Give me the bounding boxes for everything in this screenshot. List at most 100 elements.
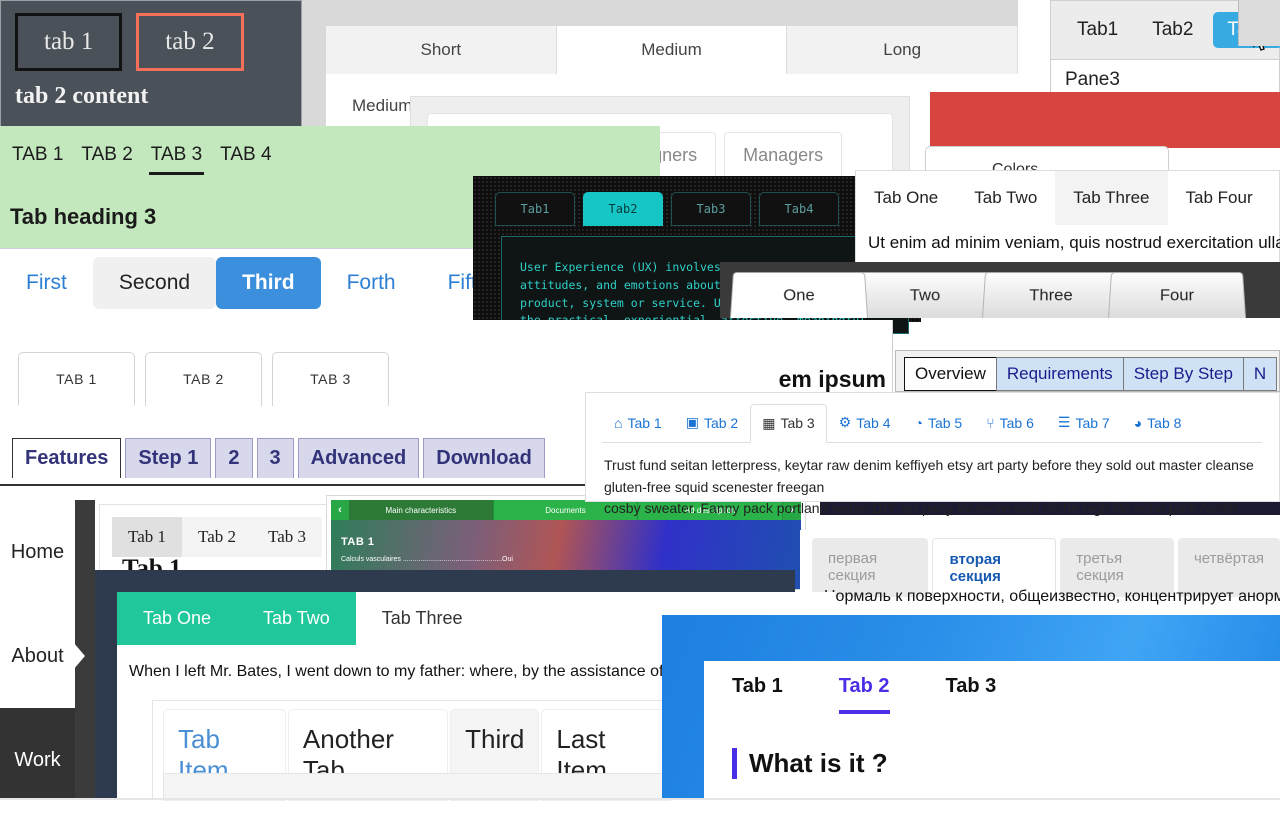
tab-teal-4[interactable]: Tab4 xyxy=(759,192,839,226)
inbox-icon: ▣ xyxy=(685,414,699,430)
tab-managers[interactable]: Managers xyxy=(724,132,843,182)
tablist-one-four: Tab One Tab Two Tab Three Tab Four xyxy=(856,171,1271,225)
tab-forth[interactable]: Forth xyxy=(321,257,422,309)
tab-icon-5[interactable]: ◔ Tab 5 xyxy=(903,404,975,442)
tab-advanced[interactable]: Advanced xyxy=(297,438,420,478)
tab-tab2[interactable]: Tab2 xyxy=(1138,12,1207,48)
tab-outline-1[interactable]: TAB 1 xyxy=(18,352,135,406)
tab-icon-8[interactable]: ◕ Tab 8 xyxy=(1122,404,1194,442)
tab-main-characteristics[interactable]: Main characteristics xyxy=(349,500,494,520)
sitemap-icon: ⑂ xyxy=(986,414,995,431)
tab-button-tab1[interactable]: tab 1 xyxy=(15,13,123,71)
tab-teal-big-three[interactable]: Tab Three xyxy=(355,592,489,645)
tab-second[interactable]: Second xyxy=(92,257,217,309)
icon-tab-widget: ⌂ Tab 1 ▣ Tab 2 ▦ Tab 3 ⚙ Tab 4 ◔ Tab 5 ⑂ Tab … xyxy=(585,392,1280,516)
tab-icon-5-label: Tab 5 xyxy=(927,414,963,431)
tab-step-by-step[interactable]: Step By Step xyxy=(1122,357,1244,391)
tab-teal-1[interactable]: Tab1 xyxy=(495,192,575,226)
favorites-label[interactable]: Favorites xyxy=(1212,152,1274,168)
tab-step-1[interactable]: Step 1 xyxy=(125,438,212,478)
sidebar-label-work: Work xyxy=(14,748,61,771)
tab-requirements[interactable]: Requirements xyxy=(995,357,1124,391)
tab-icon-1-label: Tab 1 xyxy=(627,414,662,431)
tablist-green: TAB 1 TAB 2 TAB 3 TAB 4 xyxy=(10,142,274,175)
tab-teal-3[interactable]: Tab3 xyxy=(671,192,751,226)
tab-serif-1[interactable]: Tab 1 xyxy=(112,517,182,557)
russian-panel-body: Нормаль к поверхности, общеизвестно, кон… xyxy=(824,588,1280,605)
gear-icon: ⚙ xyxy=(838,414,852,430)
tab-serif-3[interactable]: Tab 3 xyxy=(252,517,322,557)
pie-chart-icon: ◕ xyxy=(1133,414,1143,431)
tab-teal-big-one[interactable]: Tab One xyxy=(117,592,238,645)
tab-overview[interactable]: Overview xyxy=(904,357,997,391)
sidebar-label-about: About xyxy=(11,644,64,667)
dark-tab-widget: tab 1 tab 2 tab 2 content xyxy=(0,0,302,132)
tab-step-3[interactable]: 3 xyxy=(256,438,294,478)
tab-glossy-two[interactable]: Two xyxy=(856,272,994,318)
tab-glossy-one[interactable]: One xyxy=(730,272,868,318)
tab-button-tab2[interactable]: tab 2 xyxy=(136,13,244,71)
tab-green-3[interactable]: TAB 3 xyxy=(148,142,205,175)
tab-overview-next[interactable]: N xyxy=(1242,357,1278,391)
tab-icon-6[interactable]: ⑂ Tab 6 xyxy=(974,404,1046,442)
tab-blue-3[interactable]: Tab 3 xyxy=(946,675,997,714)
tab-icon-1[interactable]: ⌂ Tab 1 xyxy=(602,404,674,442)
tab-blue-1[interactable]: Tab 1 xyxy=(732,675,783,714)
tablist-short-medium-long: Short Medium Long xyxy=(326,26,1019,74)
tab-green-1[interactable]: TAB 1 xyxy=(10,142,65,175)
red-panel-widget: Favorites Colors xyxy=(925,92,1280,210)
tab-green-4[interactable]: TAB 4 xyxy=(218,142,273,175)
green-tab-heading: Tab heading 3 xyxy=(10,204,157,229)
tab-green-2[interactable]: TAB 2 xyxy=(79,142,134,175)
right-edge-sliver xyxy=(1238,0,1280,46)
tab-first[interactable]: First xyxy=(0,257,93,309)
sidebar-label-home: Home xyxy=(10,540,65,563)
tab-icon-2-label: Tab 2 xyxy=(703,414,739,431)
tab-three[interactable]: Tab Three xyxy=(1055,171,1168,225)
tab-content-text: tab 2 content xyxy=(15,83,149,109)
tab-icon-4[interactable]: ⚙ Tab 4 xyxy=(827,403,903,442)
tab-icon-6-label: Tab 6 xyxy=(999,414,1034,431)
tab-third[interactable]: Third xyxy=(216,257,321,309)
carousel-pane-line: Calculs vasculaires ....................… xyxy=(341,556,513,563)
tab-medium[interactable]: Medium xyxy=(556,26,788,74)
globe-icon: ◔ xyxy=(914,414,923,431)
tab-outline-3[interactable]: TAB 3 xyxy=(272,352,389,406)
tab-one[interactable]: Tab One xyxy=(856,171,956,225)
tab-icon-3-label: Tab 3 xyxy=(780,415,815,431)
tab-four[interactable]: Tab Four xyxy=(1168,171,1271,225)
sidebar-item-about[interactable]: About xyxy=(0,604,85,708)
tab-icon-2[interactable]: ▣ Tab 2 xyxy=(674,403,750,442)
tablist-icon-tabs: ⌂ Tab 1 ▣ Tab 2 ▦ Tab 3 ⚙ Tab 4 ◔ Tab 5 ⑂ Tab … xyxy=(602,403,1262,443)
tab-icon-8-label: Tab 8 xyxy=(1147,414,1182,431)
tab-long[interactable]: Long xyxy=(787,26,1019,74)
tab-icon-7-label: Tab 7 xyxy=(1075,414,1110,431)
home-icon: ⌂ xyxy=(614,414,623,431)
carousel-prev-icon[interactable]: ‹ xyxy=(331,500,349,520)
tab-blue-2[interactable]: Tab 2 xyxy=(838,675,890,714)
sidebar-active-arrow-icon xyxy=(73,642,85,670)
tab-teal-big-two[interactable]: Tab Two xyxy=(237,592,356,645)
tab-tab1[interactable]: Tab1 xyxy=(1063,12,1132,48)
tab-serif-2[interactable]: Tab 2 xyxy=(182,517,252,557)
tab-teal-2[interactable]: Tab2 xyxy=(583,192,663,226)
sidebar-item-work[interactable]: Work xyxy=(0,708,75,812)
sidebar-item-home[interactable]: Home xyxy=(0,500,75,604)
tab-outline-2[interactable]: TAB 2 xyxy=(145,352,262,406)
tab-download[interactable]: Download xyxy=(423,438,545,478)
tablist-outline: TAB 1 TAB 2 TAB 3 xyxy=(18,352,389,406)
tablist-features: Features Step 1 2 3 Advanced Download xyxy=(12,438,545,478)
tab-step-2[interactable]: 2 xyxy=(215,438,253,478)
tab-icon-3[interactable]: ▦ Tab 3 xyxy=(750,403,827,443)
tab-glossy-four[interactable]: Four xyxy=(1108,272,1246,318)
tab-two[interactable]: Tab Two xyxy=(956,171,1055,225)
tablist-overview: Overview Requirements Step By Step N xyxy=(904,357,1278,391)
tab-glossy-three[interactable]: Three xyxy=(982,272,1120,318)
icon-tab-body-line2: cosby sweater. Fanny pack portland seita… xyxy=(604,500,1242,517)
tab-short[interactable]: Short xyxy=(326,26,557,74)
tablist-teal: Tab1 Tab2 Tab3 Tab4 xyxy=(495,192,839,226)
tab-features[interactable]: Features xyxy=(12,438,122,478)
panel-pane3: Pane3 xyxy=(1065,69,1120,90)
panel-one-four-body: Ut enim ad minim veniam, quis nostrud ex… xyxy=(868,233,1280,252)
tab-icon-7[interactable]: ☰ Tab 7 xyxy=(1046,403,1122,442)
